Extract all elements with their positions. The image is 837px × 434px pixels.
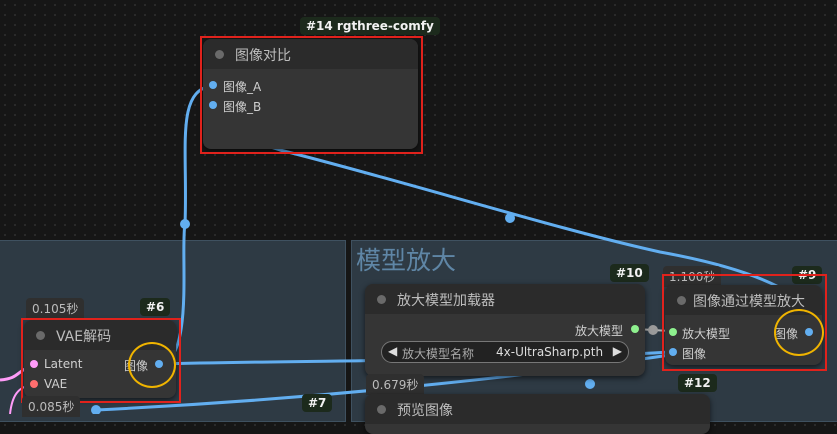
highlight-ring <box>128 342 176 388</box>
output-model-pin-icon[interactable] <box>631 325 639 333</box>
combo-label: 放大模型名称 <box>402 347 475 361</box>
combo-left-arrow-icon[interactable]: ◀ <box>388 344 397 358</box>
timing-label: 0.679秒 <box>366 374 425 395</box>
reroute-dot <box>585 379 595 389</box>
reroute-dot <box>648 325 658 335</box>
collapse-dot-icon[interactable] <box>377 405 386 414</box>
combo-right-arrow-icon[interactable]: ▶ <box>613 344 622 358</box>
node-preview-image[interactable]: 预览图像 <box>365 394 710 434</box>
output-model-label: 放大模型 <box>575 324 624 338</box>
combo-value: 4x-UltraSharp.pth <box>496 345 604 359</box>
node-title: 放大模型加载器 <box>397 293 495 309</box>
model-name-combo[interactable]: ◀ 放大模型名称 4x-UltraSharp.pth ▶ <box>381 341 629 363</box>
reroute-dot <box>91 405 101 414</box>
node-badge: #14 rgthree-comfy <box>300 17 440 35</box>
node-badge: #7 <box>302 394 333 412</box>
node-title: 预览图像 <box>397 403 453 419</box>
node-header[interactable]: 放大模型加载器 <box>365 284 645 314</box>
node-badge: #12 <box>678 374 717 392</box>
timing-label: 0.105秒 <box>26 298 85 319</box>
collapse-dot-icon[interactable] <box>377 295 386 304</box>
node-badge: #6 <box>140 298 171 316</box>
reroute-dot <box>505 213 515 223</box>
node-badge: #10 <box>610 264 649 282</box>
node-header[interactable]: 预览图像 <box>365 394 710 424</box>
highlight-box <box>200 36 423 154</box>
highlight-ring <box>774 309 824 356</box>
node-upscale-model-loader[interactable]: 放大模型加载器 放大模型 ◀ 放大模型名称 4x-UltraSharp.pth … <box>365 284 645 376</box>
reroute-dot <box>180 219 190 229</box>
